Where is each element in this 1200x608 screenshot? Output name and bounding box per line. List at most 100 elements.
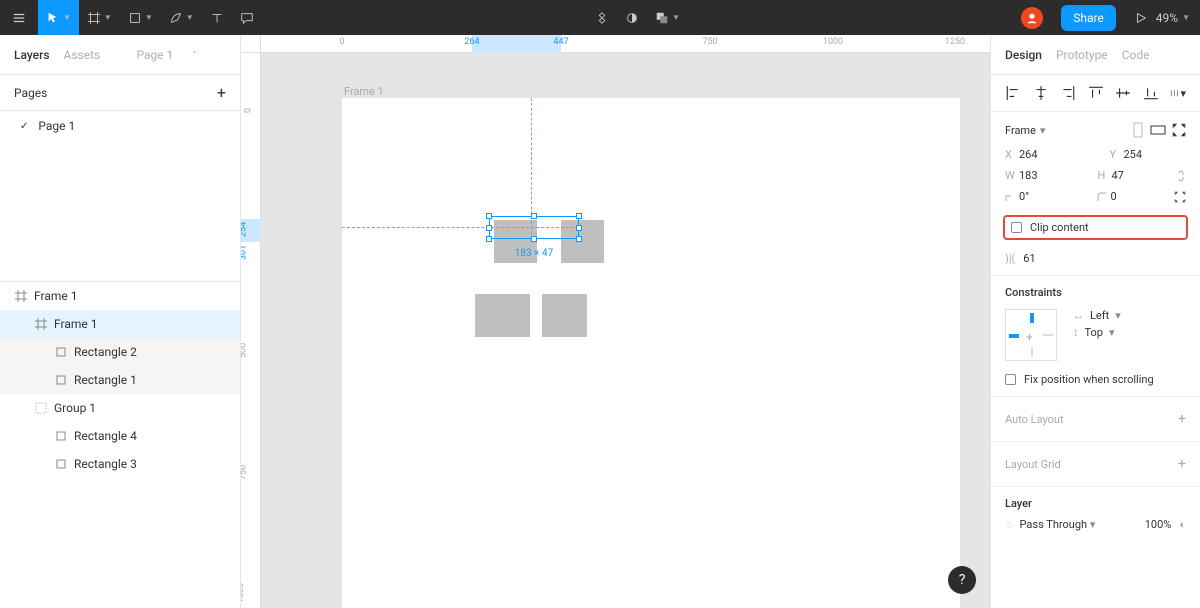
align-left-icon[interactable] xyxy=(1005,85,1021,101)
tab-prototype[interactable]: Prototype xyxy=(1056,48,1108,62)
align-bottom-icon[interactable] xyxy=(1143,85,1159,101)
align-hcenter-icon[interactable] xyxy=(1033,85,1049,101)
clip-content-label: Clip content xyxy=(1030,221,1089,234)
rectangle[interactable] xyxy=(542,294,587,337)
selection-dimensions: 183 × 47 xyxy=(515,248,553,259)
layer-row[interactable]: Rectangle 1 xyxy=(0,366,240,394)
prop-y[interactable]: 254 xyxy=(1124,148,1182,161)
rectangle[interactable] xyxy=(475,294,530,337)
page-indicator[interactable]: Page 1⌃ xyxy=(136,48,212,62)
pages-heading: Pages xyxy=(14,86,47,100)
blend-mode-select[interactable]: Pass Through ▾ xyxy=(1020,518,1096,531)
resize-portrait-icon[interactable] xyxy=(1132,122,1144,138)
tab-layers[interactable]: Layers xyxy=(14,48,50,62)
mask-icon[interactable] xyxy=(617,0,647,35)
menu-button[interactable] xyxy=(0,0,38,35)
rect-icon xyxy=(54,458,68,470)
prop-w[interactable]: 183 xyxy=(1019,169,1077,182)
comment-tool[interactable] xyxy=(232,0,262,35)
layer-row[interactable]: Frame 1 xyxy=(0,310,240,338)
resize-landscape-icon[interactable] xyxy=(1150,124,1166,136)
frame-icon xyxy=(34,318,48,330)
checkbox-icon xyxy=(1011,222,1022,233)
ruler-horizontal[interactable]: 0264447750100012501500 xyxy=(261,35,990,53)
artboard-label[interactable]: Frame 1 xyxy=(344,85,384,98)
text-tool[interactable] xyxy=(202,0,232,35)
align-vcenter-icon[interactable] xyxy=(1115,85,1131,101)
chevron-down-icon: ▼ xyxy=(104,13,112,22)
avatar[interactable] xyxy=(1013,0,1051,35)
layer-row[interactable]: Rectangle 2 xyxy=(0,338,240,366)
page-item[interactable]: Page 1 xyxy=(0,111,240,141)
link-wh-icon[interactable] xyxy=(1176,169,1186,183)
layer-name: Group 1 xyxy=(54,401,96,415)
align-top-icon[interactable] xyxy=(1088,85,1104,101)
add-autolayout-button[interactable]: + xyxy=(1178,411,1186,427)
blend-icon: ◌ xyxy=(1005,518,1012,531)
resize-fit-icon[interactable] xyxy=(1172,123,1186,137)
prop-h[interactable]: 47 xyxy=(1112,169,1170,182)
layer-name: Rectangle 3 xyxy=(74,457,137,471)
prop-radius[interactable]: 0 xyxy=(1111,190,1169,203)
constraints-widget[interactable]: + xyxy=(1005,309,1057,361)
layer-row[interactable]: Rectangle 4 xyxy=(0,422,240,450)
group-icon xyxy=(34,402,48,414)
checkbox-icon xyxy=(1005,374,1016,385)
clip-content-checkbox[interactable]: Clip content xyxy=(1003,215,1188,240)
canvas-stage[interactable]: Frame 1 183 × 47 xyxy=(261,53,990,608)
gap-icon: )|( xyxy=(1005,252,1015,265)
constraint-v-select[interactable]: ↕Top▾ xyxy=(1073,326,1121,339)
distribute-icon[interactable]: ▾ xyxy=(1170,85,1186,101)
fix-position-checkbox[interactable]: Fix position when scrolling xyxy=(1005,373,1186,386)
selection-box[interactable] xyxy=(489,216,579,239)
ruler-vertical[interactable]: 02543015007501000 xyxy=(241,53,261,608)
pen-tool[interactable]: ▼ xyxy=(161,0,202,35)
rect-icon xyxy=(54,374,68,386)
frame-tool[interactable]: ▼ xyxy=(79,0,120,35)
opacity-input[interactable]: 100% xyxy=(1145,518,1172,531)
fix-position-label: Fix position when scrolling xyxy=(1024,373,1154,386)
constraint-h-select[interactable]: ↔Left▾ xyxy=(1073,309,1121,322)
layer-name: Rectangle 4 xyxy=(74,429,137,443)
prop-gap[interactable]: 61 xyxy=(1023,252,1035,265)
layer-name: Frame 1 xyxy=(54,317,97,331)
shape-tool[interactable]: ▼ xyxy=(120,0,161,35)
chevron-down-icon: ▼ xyxy=(1182,13,1190,22)
visibility-icon[interactable]: ◐ xyxy=(1179,518,1186,531)
present-button[interactable] xyxy=(1126,0,1156,35)
rotation-icon xyxy=(1005,192,1015,202)
frame-icon xyxy=(14,290,28,302)
add-page-button[interactable]: + xyxy=(217,83,226,102)
rect-icon xyxy=(54,430,68,442)
radius-icon xyxy=(1097,192,1107,202)
move-tool[interactable]: ▼ xyxy=(38,0,79,35)
layer-row[interactable]: Group 1 xyxy=(0,394,240,422)
prop-rotation[interactable]: 0° xyxy=(1019,190,1077,203)
constraints-heading: Constraints xyxy=(1005,286,1186,299)
share-button[interactable]: Share xyxy=(1061,5,1116,31)
autolayout-heading: Auto Layout xyxy=(1005,413,1064,426)
ruler-corner xyxy=(241,35,261,53)
boolean-icon[interactable]: ▼ xyxy=(647,0,688,35)
tab-design[interactable]: Design xyxy=(1005,48,1042,62)
layer-name: Rectangle 1 xyxy=(74,373,137,387)
layer-name: Rectangle 2 xyxy=(74,345,137,359)
add-layoutgrid-button[interactable]: + xyxy=(1178,456,1186,472)
radius-individual-icon[interactable] xyxy=(1174,191,1186,203)
zoom-control[interactable]: 49%▼ xyxy=(1156,11,1190,25)
prop-x[interactable]: 264 xyxy=(1019,148,1077,161)
frame-type-select[interactable]: Frame▾ xyxy=(1005,124,1045,137)
artboard[interactable] xyxy=(342,98,960,608)
layer-heading: Layer xyxy=(1005,497,1186,510)
rect-icon xyxy=(54,346,68,358)
layer-row[interactable]: Frame 1 xyxy=(0,282,240,310)
layer-row[interactable]: Rectangle 3 xyxy=(0,450,240,478)
align-right-icon[interactable] xyxy=(1060,85,1076,101)
chevron-down-icon: ▼ xyxy=(672,13,680,22)
tab-code[interactable]: Code xyxy=(1122,48,1150,62)
tab-assets[interactable]: Assets xyxy=(64,48,101,62)
help-button[interactable]: ? xyxy=(948,566,976,594)
components-icon[interactable] xyxy=(587,0,617,35)
layoutgrid-heading: Layout Grid xyxy=(1005,458,1061,471)
chevron-down-icon: ▼ xyxy=(63,13,71,22)
